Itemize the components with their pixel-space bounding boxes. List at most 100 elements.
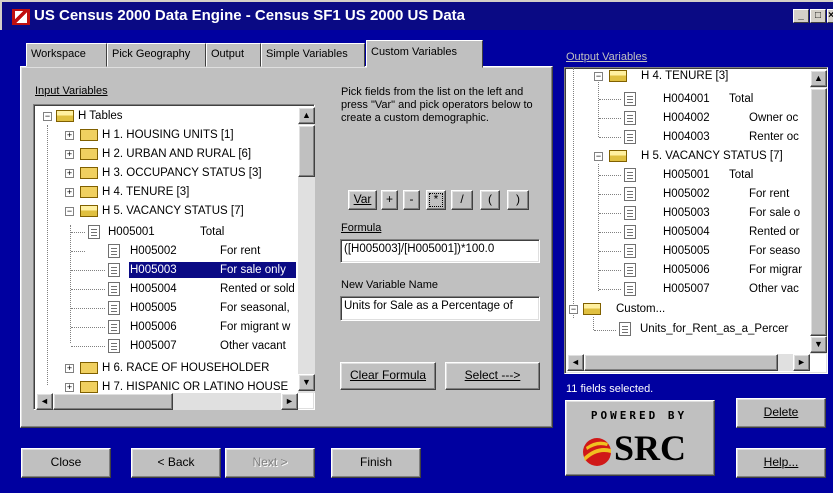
scroll-up-icon[interactable]: ▲ (810, 70, 827, 87)
back-button[interactable]: < Back (131, 448, 221, 478)
clear-formula-button[interactable]: Clear Formula (340, 362, 436, 390)
fields-selected-status: 11 fields selected. (566, 383, 654, 395)
folder-icon (80, 381, 98, 393)
scroll-left-icon[interactable]: ◄ (36, 393, 53, 410)
tree-leaf-desc: Other vacant (220, 340, 286, 352)
finish-button[interactable]: Finish (331, 448, 421, 478)
close-paren-button[interactable]: ) (507, 190, 529, 210)
delete-button[interactable]: Delete (736, 398, 826, 428)
tab-pick-geography[interactable]: Pick Geography (107, 43, 206, 67)
scroll-thumb[interactable] (298, 125, 315, 177)
scroll-thumb[interactable] (584, 354, 778, 371)
tab-output[interactable]: Output (206, 43, 261, 67)
tree-leaf-code[interactable]: H005006 (663, 262, 710, 278)
tree-leaf-code[interactable]: H005002 (663, 186, 710, 202)
tree-leaf-selected[interactable]: H005003 For sale only (128, 261, 297, 279)
tree-leaf-code[interactable]: H005005 (130, 300, 177, 316)
scroll-down-icon[interactable]: ▼ (298, 374, 315, 391)
scroll-thumb[interactable] (810, 88, 827, 336)
tree-node-group[interactable]: H 6. RACE OF HOUSEHOLDER (102, 360, 299, 376)
tree-leaf-code[interactable]: H005004 (130, 281, 177, 297)
tree-node-group[interactable]: H 2. URBAN AND RURAL [6] (102, 146, 251, 162)
plus-button[interactable]: + (381, 190, 398, 210)
tree-leaf-code[interactable]: H005002 (130, 243, 177, 259)
scroll-right-icon[interactable]: ► (793, 354, 810, 371)
open-paren-button[interactable]: ( (480, 190, 500, 210)
tab-simple-variables[interactable]: Simple Variables (261, 43, 365, 67)
scroll-down-icon[interactable]: ▼ (810, 336, 827, 353)
document-icon (108, 263, 120, 277)
tree-leaf-code[interactable]: H005006 (130, 319, 177, 335)
tree-node-group[interactable]: H 4. TENURE [3] (641, 68, 728, 84)
tab-custom-variables[interactable]: Custom Variables (366, 40, 483, 68)
tree-node-group[interactable]: H 3. OCCUPANCY STATUS [3] (102, 165, 262, 181)
maximize-button[interactable]: □ (810, 9, 826, 23)
minus-button[interactable]: - (403, 190, 420, 210)
scroll-up-icon[interactable]: ▲ (298, 107, 315, 124)
var-button[interactable]: Var (348, 190, 377, 210)
new-variable-name-input[interactable]: Units for Sale as a Percentage of (340, 296, 540, 321)
tree-node-root[interactable]: H Tables (78, 108, 123, 124)
tree-leaf-code: H005003 (130, 264, 177, 276)
tree-leaf-code[interactable]: H004001 (663, 91, 710, 107)
document-icon (624, 111, 636, 125)
tree-leaf-custom[interactable]: Units_for_Rent_as_a_Percer (640, 321, 810, 337)
expand-icon[interactable]: + (65, 364, 74, 373)
tree-node-group[interactable]: H 1. HOUSING UNITS [1] (102, 127, 234, 143)
tree-node-custom[interactable]: Custom... (616, 301, 665, 317)
folder-open-icon (609, 70, 627, 82)
close-button[interactable]: Close (21, 448, 111, 478)
multiply-button[interactable]: * (426, 190, 446, 210)
formula-input[interactable]: ([H005003]/[H005001])*100.0 (340, 239, 540, 263)
scroll-right-icon[interactable]: ► (281, 393, 298, 410)
tree-node-group[interactable]: H 5. VACANCY STATUS [7] (641, 148, 783, 164)
expand-icon[interactable]: + (65, 383, 74, 392)
divide-button[interactable]: / (451, 190, 473, 210)
expand-icon[interactable]: + (65, 131, 74, 140)
tree-leaf-desc: For sale only (220, 264, 286, 276)
tree-line (593, 317, 594, 330)
tree-leaf-desc: For migrant w (220, 321, 291, 333)
globe-icon (580, 435, 614, 469)
tree-node-group[interactable]: H 5. VACANCY STATUS [7] (102, 203, 244, 219)
tab-workspace[interactable]: Workspace (26, 43, 107, 67)
instructions-text: Pick fields from the list on the left an… (341, 86, 533, 124)
select-button[interactable]: Select ---> (445, 362, 540, 390)
expand-icon[interactable]: + (65, 169, 74, 178)
tree-leaf-code[interactable]: H005001 (108, 224, 198, 240)
tree-line (71, 251, 85, 252)
tree-leaf-code[interactable]: H004002 (663, 110, 710, 126)
collapse-icon[interactable]: − (65, 207, 74, 216)
tree-leaf-desc: Renter oc (749, 131, 799, 143)
tree-leaf-code[interactable]: H005001 (663, 167, 710, 183)
help-button[interactable]: Help... (736, 448, 826, 478)
tree-node-group[interactable]: H 4. TENURE [3] (102, 184, 189, 200)
scroll-thumb[interactable] (53, 393, 173, 410)
folder-icon (80, 186, 98, 198)
tree-leaf-code[interactable]: H005007 (663, 281, 710, 297)
collapse-icon[interactable]: − (43, 112, 52, 121)
minimize-button[interactable]: _ (793, 9, 809, 23)
expand-icon[interactable]: + (65, 188, 74, 197)
close-window-button[interactable]: × (827, 9, 833, 23)
tree-leaf-code[interactable]: H004003 (663, 129, 710, 145)
tree-leaf-code[interactable]: H005005 (663, 243, 710, 259)
scroll-left-icon[interactable]: ◄ (567, 354, 584, 371)
tree-leaf-desc: Total (729, 93, 754, 105)
document-icon (624, 206, 636, 220)
next-button[interactable]: Next > (225, 448, 315, 478)
tree-leaf-desc: For sale o (749, 207, 801, 219)
tree-leaf-code[interactable]: H005007 (130, 338, 177, 354)
tree-leaf-code[interactable]: H005003 (663, 205, 710, 221)
expand-icon[interactable]: + (65, 150, 74, 159)
folder-open-icon (80, 205, 98, 217)
collapse-icon[interactable]: − (594, 72, 603, 81)
tree-leaf-desc: Rented or (749, 226, 800, 238)
tree-line (599, 175, 621, 176)
tree-leaf-code[interactable]: H005004 (663, 224, 710, 240)
collapse-icon[interactable]: − (594, 152, 603, 161)
tree-leaf-desc: Owner oc (749, 112, 799, 124)
collapse-icon[interactable]: − (569, 305, 578, 314)
tree-leaf-desc: Rented or sold (220, 283, 295, 295)
tree-leaf-desc: For seasonal, (220, 302, 290, 314)
